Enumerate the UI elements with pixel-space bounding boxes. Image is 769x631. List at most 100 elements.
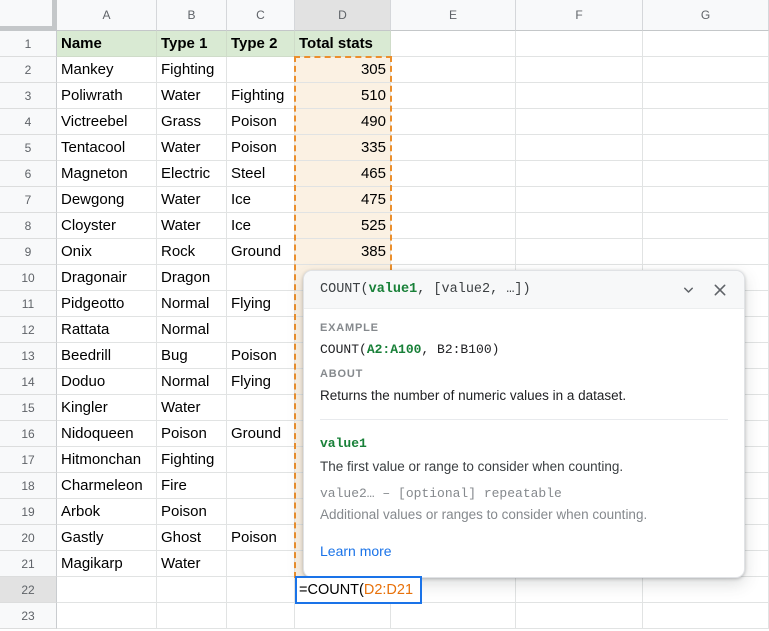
cell-A10[interactable]: Dragonair [57, 265, 157, 291]
row-header-14[interactable]: 14 [0, 369, 57, 395]
row-header-10[interactable]: 10 [0, 265, 57, 291]
row-header-1[interactable]: 1 [0, 31, 57, 57]
cell-C10[interactable] [227, 265, 295, 291]
cell-C9[interactable]: Ground [227, 239, 295, 265]
cell-C20[interactable]: Poison [227, 525, 295, 551]
cell-G6[interactable] [643, 161, 769, 187]
cell-D23[interactable] [295, 603, 391, 629]
cell-A18[interactable]: Charmeleon [57, 473, 157, 499]
cell-A9[interactable]: Onix [57, 239, 157, 265]
cell-F9[interactable] [516, 239, 643, 265]
cell-D8[interactable]: 525 [295, 213, 391, 239]
cell-A23[interactable] [57, 603, 157, 629]
learn-more-link[interactable]: Learn more [320, 542, 392, 560]
row-header-16[interactable]: 16 [0, 421, 57, 447]
cell-B9[interactable]: Rock [157, 239, 227, 265]
cell-E7[interactable] [391, 187, 516, 213]
row-header-17[interactable]: 17 [0, 447, 57, 473]
cell-B5[interactable]: Water [157, 135, 227, 161]
row-header-12[interactable]: 12 [0, 317, 57, 343]
row-header-11[interactable]: 11 [0, 291, 57, 317]
cell-A11[interactable]: Pidgeotto [57, 291, 157, 317]
cell-D2[interactable]: 305 [295, 57, 391, 83]
cell-G23[interactable] [643, 603, 769, 629]
cell-B3[interactable]: Water [157, 83, 227, 109]
row-header-8[interactable]: 8 [0, 213, 57, 239]
cell-B4[interactable]: Grass [157, 109, 227, 135]
cell-G22[interactable] [643, 577, 769, 603]
column-header-E[interactable]: E [391, 0, 516, 31]
row-header-5[interactable]: 5 [0, 135, 57, 161]
row-header-18[interactable]: 18 [0, 473, 57, 499]
cell-B17[interactable]: Fighting [157, 447, 227, 473]
cell-C17[interactable] [227, 447, 295, 473]
cell-C19[interactable] [227, 499, 295, 525]
close-icon[interactable] [712, 282, 728, 298]
cell-B12[interactable]: Normal [157, 317, 227, 343]
cell-C5[interactable]: Poison [227, 135, 295, 161]
chevron-down-icon[interactable] [681, 282, 696, 297]
column-header-G[interactable]: G [643, 0, 769, 31]
cell-F22[interactable] [516, 577, 643, 603]
cell-C22[interactable] [227, 577, 295, 603]
cell-E2[interactable] [391, 57, 516, 83]
cell-B10[interactable]: Dragon [157, 265, 227, 291]
column-header-B[interactable]: B [157, 0, 227, 31]
cell-G7[interactable] [643, 187, 769, 213]
cell-C11[interactable]: Flying [227, 291, 295, 317]
cell-D7[interactable]: 475 [295, 187, 391, 213]
row-header-3[interactable]: 3 [0, 83, 57, 109]
cell-C7[interactable]: Ice [227, 187, 295, 213]
cell-D9[interactable]: 385 [295, 239, 391, 265]
corner-select-all[interactable] [0, 0, 57, 31]
cell-G8[interactable] [643, 213, 769, 239]
row-header-13[interactable]: 13 [0, 343, 57, 369]
column-header-A[interactable]: A [57, 0, 157, 31]
column-header-F[interactable]: F [516, 0, 643, 31]
cell-F3[interactable] [516, 83, 643, 109]
cell-A22[interactable] [57, 577, 157, 603]
row-header-4[interactable]: 4 [0, 109, 57, 135]
cell-G1[interactable] [643, 31, 769, 57]
formula-input[interactable]: =COUNT(D2:D21 [295, 576, 422, 604]
cell-A15[interactable]: Kingler [57, 395, 157, 421]
cell-B7[interactable]: Water [157, 187, 227, 213]
cell-A14[interactable]: Doduo [57, 369, 157, 395]
row-header-23[interactable]: 23 [0, 603, 57, 629]
cell-C3[interactable]: Fighting [227, 83, 295, 109]
cell-B6[interactable]: Electric [157, 161, 227, 187]
cell-A2[interactable]: Mankey [57, 57, 157, 83]
cell-D5[interactable]: 335 [295, 135, 391, 161]
cell-B23[interactable] [157, 603, 227, 629]
cell-G4[interactable] [643, 109, 769, 135]
cell-B21[interactable]: Water [157, 551, 227, 577]
cell-A3[interactable]: Poliwrath [57, 83, 157, 109]
cell-A19[interactable]: Arbok [57, 499, 157, 525]
cell-E8[interactable] [391, 213, 516, 239]
cell-D4[interactable]: 490 [295, 109, 391, 135]
cell-G3[interactable] [643, 83, 769, 109]
cell-E3[interactable] [391, 83, 516, 109]
cell-B15[interactable]: Water [157, 395, 227, 421]
row-header-7[interactable]: 7 [0, 187, 57, 213]
row-header-22[interactable]: 22 [0, 577, 57, 603]
column-header-D[interactable]: D [295, 0, 391, 31]
cell-E6[interactable] [391, 161, 516, 187]
cell-B18[interactable]: Fire [157, 473, 227, 499]
cell-A7[interactable]: Dewgong [57, 187, 157, 213]
cell-C8[interactable]: Ice [227, 213, 295, 239]
cell-C23[interactable] [227, 603, 295, 629]
cell-B2[interactable]: Fighting [157, 57, 227, 83]
cell-F1[interactable] [516, 31, 643, 57]
cell-A12[interactable]: Rattata [57, 317, 157, 343]
cell-E9[interactable] [391, 239, 516, 265]
cell-B16[interactable]: Poison [157, 421, 227, 447]
row-header-21[interactable]: 21 [0, 551, 57, 577]
cell-G5[interactable] [643, 135, 769, 161]
cell-F23[interactable] [516, 603, 643, 629]
cell-F5[interactable] [516, 135, 643, 161]
row-header-2[interactable]: 2 [0, 57, 57, 83]
cell-D1[interactable]: Total stats [295, 31, 391, 57]
cell-B8[interactable]: Water [157, 213, 227, 239]
cell-B14[interactable]: Normal [157, 369, 227, 395]
